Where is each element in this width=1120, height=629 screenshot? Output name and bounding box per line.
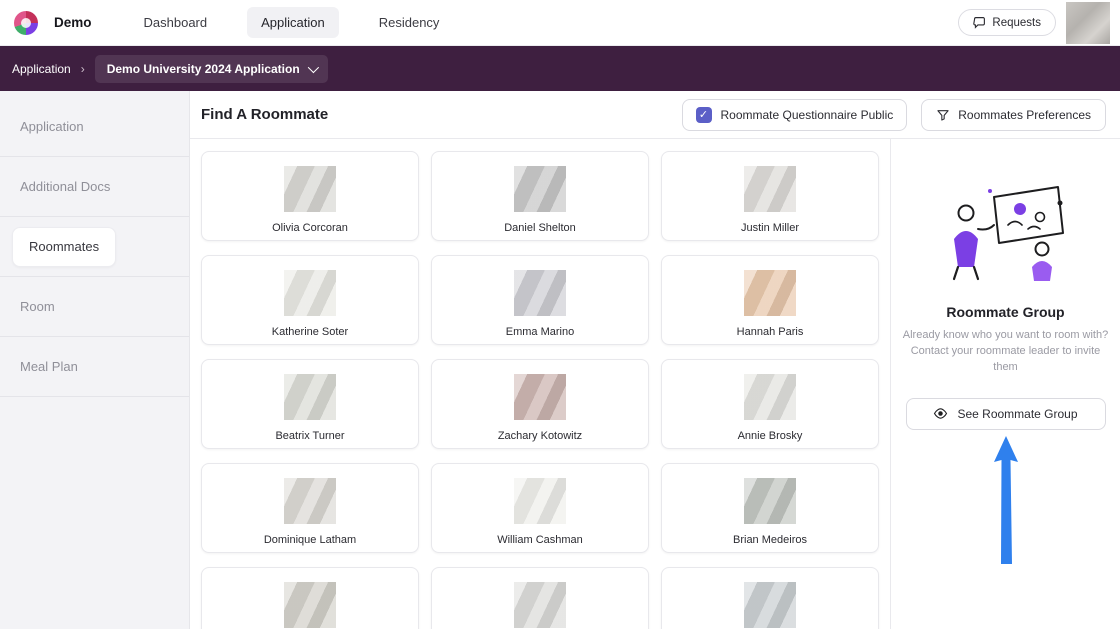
roommate-card[interactable] [661, 567, 879, 629]
roommate-name: William Cashman [497, 534, 583, 546]
breadcrumb-current: Demo University 2024 Application [107, 62, 300, 76]
application-selector[interactable]: Demo University 2024 Application [95, 55, 328, 83]
up-arrow-annotation-icon [990, 436, 1022, 569]
roommate-card[interactable]: Zachary Kotowitz [431, 359, 649, 449]
roommate-card[interactable] [201, 567, 419, 629]
sidebar-item-application[interactable]: Application [0, 97, 189, 157]
filter-funnel-icon [936, 108, 950, 122]
roommate-name: Zachary Kotowitz [498, 430, 582, 442]
top-navbar: Demo Dashboard Application Residency Req… [0, 0, 1120, 46]
app-logo-icon [14, 11, 38, 35]
content-header: Find A Roommate ✓ Roommate Questionnaire… [190, 91, 1120, 139]
roommate-card[interactable]: Daniel Shelton [431, 151, 649, 241]
roommate-name: Beatrix Turner [275, 430, 344, 442]
roommate-card[interactable]: Brian Medeiros [661, 463, 879, 553]
roommate-photo [284, 166, 336, 212]
roommate-name: Emma Marino [506, 326, 574, 338]
panel-title: Roommate Group [946, 304, 1064, 320]
breadcrumb-root[interactable]: Application [12, 62, 71, 76]
roommate-photo [744, 374, 796, 420]
roommate-photo [284, 270, 336, 316]
chevron-down-icon [307, 61, 318, 72]
chat-bubble-icon [973, 16, 986, 29]
brand-name: Demo [54, 15, 92, 30]
requests-label: Requests [992, 17, 1041, 29]
roommate-photo [744, 582, 796, 628]
sidebar-item-additional-docs[interactable]: Additional Docs [0, 157, 189, 217]
nav-item-application[interactable]: Application [247, 7, 339, 38]
roommate-photo [744, 478, 796, 524]
checkbox-checked-icon[interactable]: ✓ [696, 107, 712, 123]
roommate-photo [284, 478, 336, 524]
roommate-card[interactable]: Justin Miller [661, 151, 879, 241]
roommate-name: Katherine Soter [272, 326, 348, 338]
panel-description: Already know who you want to room with? … [902, 328, 1109, 376]
roommate-name: Brian Medeiros [733, 534, 807, 546]
roommate-card[interactable]: Hannah Paris [661, 255, 879, 345]
see-roommate-group-label: See Roommate Group [957, 407, 1077, 421]
roommate-card[interactable]: Olivia Corcoran [201, 151, 419, 241]
roommate-photo [744, 270, 796, 316]
sidebar-item-room[interactable]: Room [0, 277, 189, 337]
roommate-name: Hannah Paris [737, 326, 804, 338]
roommate-card[interactable]: William Cashman [431, 463, 649, 553]
sidebar: Application Additional Docs Roommates Ro… [0, 91, 190, 629]
sidebar-item-roommates[interactable]: Roommates [12, 227, 116, 267]
breadcrumb-bar: Application › Demo University 2024 Appli… [0, 46, 1120, 91]
roommate-name: Dominique Latham [264, 534, 356, 546]
roommate-name: Olivia Corcoran [272, 222, 348, 234]
roommate-photo [514, 582, 566, 628]
roommate-card[interactable]: Dominique Latham [201, 463, 419, 553]
requests-button[interactable]: Requests [958, 9, 1056, 36]
nav-item-residency[interactable]: Residency [365, 7, 454, 38]
eye-icon [933, 406, 948, 421]
roommate-photo [514, 374, 566, 420]
sidebar-item-meal-plan[interactable]: Meal Plan [0, 337, 189, 397]
user-avatar[interactable] [1066, 2, 1110, 44]
roommate-card[interactable]: Annie Brosky [661, 359, 879, 449]
roommate-card[interactable] [431, 567, 649, 629]
nav-item-dashboard[interactable]: Dashboard [130, 7, 222, 38]
roommates-preferences-button[interactable]: Roommates Preferences [921, 99, 1106, 131]
roommate-photo [514, 478, 566, 524]
see-roommate-group-button[interactable]: See Roommate Group [906, 398, 1106, 430]
roommate-photo [514, 270, 566, 316]
breadcrumb-separator-icon: › [81, 62, 85, 76]
roommate-card[interactable]: Beatrix Turner [201, 359, 419, 449]
roommate-photo [744, 166, 796, 212]
roommate-questionnaire-public-toggle[interactable]: ✓ Roommate Questionnaire Public [682, 99, 908, 131]
roommate-photo [284, 374, 336, 420]
roommate-name: Annie Brosky [738, 430, 803, 442]
roommate-photo [284, 582, 336, 628]
page-title: Find A Roommate [201, 106, 328, 123]
roommate-cards-area: Olivia Corcoran Daniel Shelton Justin Mi… [190, 139, 890, 629]
roommate-group-panel: Roommate Group Already know who you want… [890, 139, 1120, 629]
roommate-card[interactable]: Emma Marino [431, 255, 649, 345]
roommate-group-illustration [944, 181, 1068, 290]
preferences-button-label: Roommates Preferences [958, 108, 1091, 122]
roommate-name: Daniel Shelton [504, 222, 576, 234]
roommate-card[interactable]: Katherine Soter [201, 255, 419, 345]
roommate-name: Justin Miller [741, 222, 799, 234]
roommate-photo [514, 166, 566, 212]
questionnaire-toggle-label: Roommate Questionnaire Public [721, 108, 894, 122]
